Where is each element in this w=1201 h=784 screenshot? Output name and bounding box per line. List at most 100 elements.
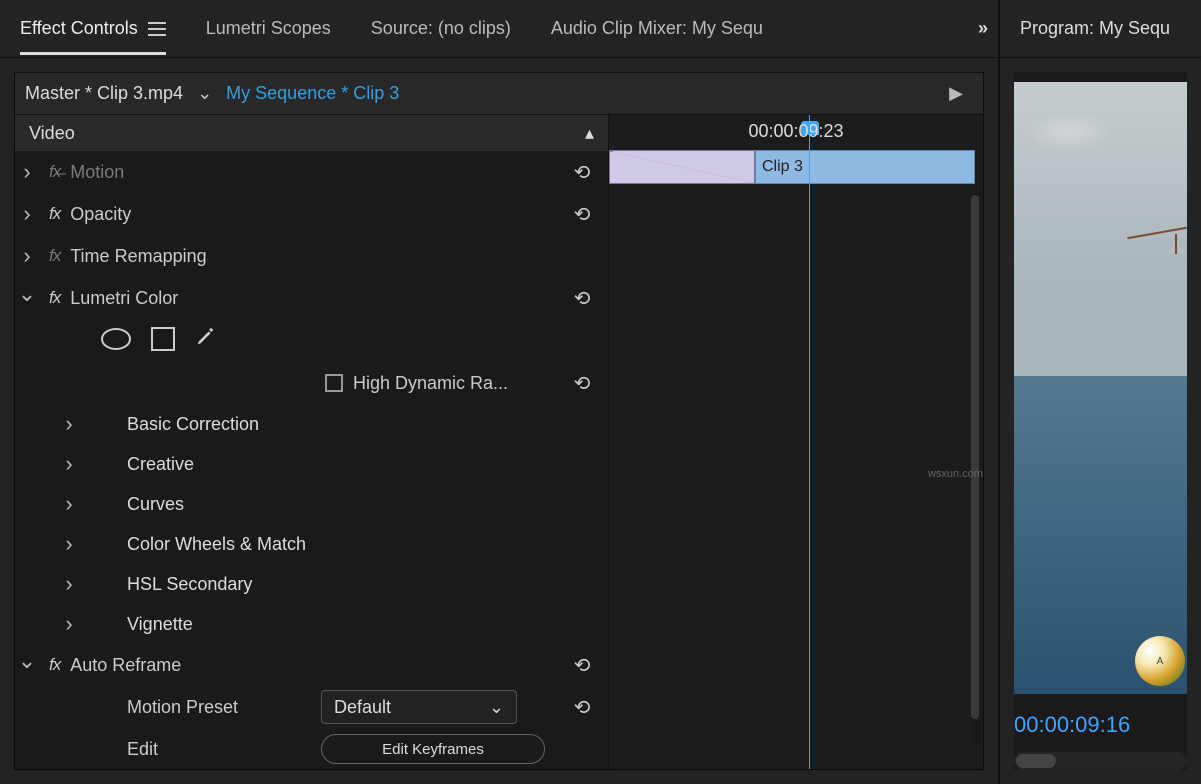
effect-label: Motion (70, 162, 124, 183)
clip-block-previous[interactable] (609, 150, 755, 184)
chevron-right-icon[interactable] (57, 451, 81, 477)
mask-shapes (15, 319, 608, 362)
clip-track[interactable]: Clip 3 (609, 150, 983, 184)
lumetri-basic-correction[interactable]: Basic Correction (15, 404, 608, 444)
effect-label: Time Remapping (70, 246, 206, 267)
hdr-label: High Dynamic Ra... (353, 373, 508, 394)
program-tabs: Program: My Sequ (1000, 0, 1201, 58)
tab-effect-controls[interactable]: Effect Controls (20, 18, 166, 39)
reset-icon[interactable]: ⟲ (570, 695, 594, 719)
effect-label: Opacity (70, 204, 131, 225)
motion-preset-row: Motion Preset Default ⌄ ⟲ (15, 686, 608, 728)
program-timecode[interactable]: 00:00:09:16 (1014, 694, 1187, 746)
section-label: Video (29, 123, 75, 144)
video-preview[interactable]: A (1014, 82, 1187, 694)
chevron-right-icon[interactable] (15, 159, 39, 185)
lumetri-curves[interactable]: Curves (15, 484, 608, 524)
sub-label: Vignette (81, 614, 193, 635)
motion-preset-label: Motion Preset (127, 697, 311, 718)
tab-label: Program: My Sequ (1020, 18, 1170, 39)
effect-label: Lumetri Color (70, 288, 178, 309)
chevron-right-icon[interactable] (57, 531, 81, 557)
motion-preset-dropdown[interactable]: Default ⌄ (321, 690, 517, 724)
tab-label: Audio Clip Mixer: My Sequ (551, 18, 763, 39)
rect-mask-icon[interactable] (151, 327, 175, 351)
play-only-icon[interactable]: ▶ (949, 83, 963, 104)
breadcrumb-master[interactable]: Master * Clip 3.mp4 (25, 83, 183, 104)
effect-label: Auto Reframe (70, 655, 181, 676)
panel-tabs: Effect Controls Lumetri Scopes Source: (… (0, 0, 998, 58)
tab-label: Source: (no clips) (371, 18, 511, 39)
fx-icon: fx (49, 655, 60, 675)
chevron-right-icon[interactable] (15, 201, 39, 227)
tab-label: Effect Controls (20, 18, 138, 39)
lumetri-hsl-secondary[interactable]: HSL Secondary (15, 564, 608, 604)
hamburger-icon[interactable] (148, 22, 166, 36)
program-monitor: A 00:00:09:16 (1014, 72, 1187, 770)
tab-program[interactable]: Program: My Sequ (1020, 18, 1170, 39)
sub-label: Curves (81, 494, 184, 515)
chevron-down-icon: ⌄ (489, 697, 504, 718)
tab-label: Lumetri Scopes (206, 18, 331, 39)
clip-block-current[interactable]: Clip 3 (755, 150, 975, 184)
program-panel: Program: My Sequ A 00:00:09:16 (1000, 0, 1201, 784)
video-section-header[interactable]: Video ▴ (15, 115, 608, 151)
reset-icon[interactable]: ⟲ (570, 371, 594, 395)
lumetri-creative[interactable]: Creative (15, 444, 608, 484)
timecode-display: 00:00:09:23 (609, 115, 983, 150)
tab-source[interactable]: Source: (no clips) (371, 18, 511, 39)
scrollbar-thumb[interactable] (971, 195, 979, 719)
chevron-down-icon[interactable] (15, 652, 39, 678)
effect-opacity[interactable]: fx Opacity ⟲ (15, 193, 608, 235)
effect-lumetri-color[interactable]: fx Lumetri Color ⟲ (15, 277, 608, 319)
reset-icon[interactable]: ⟲ (570, 160, 594, 184)
chevron-right-icon[interactable] (15, 243, 39, 269)
pen-mask-icon[interactable] (195, 325, 217, 352)
hdr-row[interactable]: High Dynamic Ra... ⟲ (15, 362, 608, 404)
chevron-right-icon[interactable] (57, 491, 81, 517)
fx-icon: fx (49, 204, 60, 224)
reset-icon[interactable]: ⟲ (570, 202, 594, 226)
effect-auto-reframe[interactable]: fx Auto Reframe ⟲ (15, 644, 608, 686)
effect-controls-body: Master * Clip 3.mp4 ⌄ My Sequence * Clip… (14, 72, 984, 770)
sub-label: Creative (81, 454, 194, 475)
edit-label: Edit (127, 739, 311, 760)
playhead-line[interactable] (809, 115, 810, 769)
reset-icon[interactable]: ⟲ (570, 653, 594, 677)
chevron-right-icon[interactable] (57, 611, 81, 637)
watermark-text: wsxun.com (928, 468, 983, 480)
sub-label: HSL Secondary (81, 574, 252, 595)
chevron-down-icon[interactable] (15, 285, 39, 311)
edit-keyframes-row: Edit Edit Keyframes (15, 728, 608, 769)
sub-label: Color Wheels & Match (81, 534, 306, 555)
effect-controls-panel: Effect Controls Lumetri Scopes Source: (… (0, 0, 1000, 784)
reset-icon[interactable]: ⟲ (570, 286, 594, 310)
sub-label: Basic Correction (81, 414, 259, 435)
clip-breadcrumb: Master * Clip 3.mp4 ⌄ My Sequence * Clip… (15, 73, 983, 115)
horizontal-scrollbar[interactable] (1014, 752, 1187, 770)
fx-icon: fx (49, 288, 60, 308)
watermark-logo-icon: A (1135, 636, 1185, 686)
fx-icon: fx̶ (49, 162, 60, 182)
effect-motion[interactable]: fx̶ Motion ⟲ (15, 151, 608, 193)
properties-column: Video ▴ fx̶ Motion ⟲ fx Opacity (15, 115, 609, 769)
scrollbar-thumb[interactable] (1016, 754, 1056, 768)
tab-audio-clip-mixer[interactable]: Audio Clip Mixer: My Sequ (551, 18, 763, 39)
hdr-checkbox[interactable] (325, 374, 343, 392)
chevron-right-icon[interactable] (57, 411, 81, 437)
fx-icon: fx (49, 246, 60, 266)
lumetri-color-wheels[interactable]: Color Wheels & Match (15, 524, 608, 564)
keyframe-timeline-column[interactable]: 00:00:09:23 Clip 3 wsxun.com (609, 115, 983, 769)
lumetri-vignette[interactable]: Vignette (15, 604, 608, 644)
ellipse-mask-icon[interactable] (101, 328, 131, 350)
chevron-down-icon[interactable]: ⌄ (197, 83, 212, 104)
tabs-overflow-icon[interactable]: » (978, 18, 988, 39)
chevron-right-icon[interactable] (57, 571, 81, 597)
collapse-up-icon[interactable]: ▴ (585, 123, 594, 144)
dropdown-value: Default (334, 697, 391, 718)
tab-lumetri-scopes[interactable]: Lumetri Scopes (206, 18, 331, 39)
breadcrumb-sequence[interactable]: My Sequence * Clip 3 (226, 83, 399, 104)
preview-object-crane (1127, 212, 1187, 262)
effect-time-remapping[interactable]: fx Time Remapping (15, 235, 608, 277)
edit-keyframes-button[interactable]: Edit Keyframes (321, 734, 545, 764)
